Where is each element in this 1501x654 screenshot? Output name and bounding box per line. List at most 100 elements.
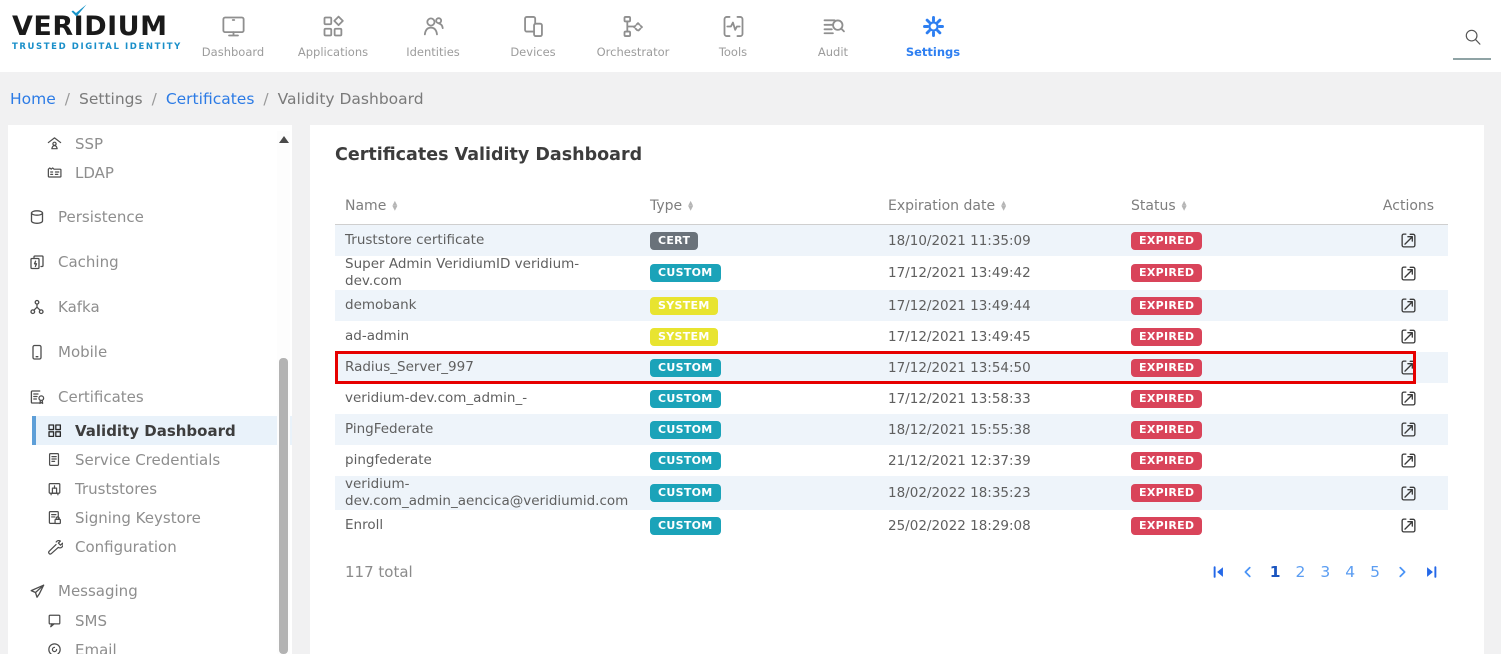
nav-item-devices[interactable]: Devices xyxy=(483,0,583,72)
sidebar-item-ldap[interactable]: LDAP xyxy=(8,158,292,187)
caching-icon xyxy=(28,253,46,271)
nav-item-dashboard[interactable]: Dashboard xyxy=(183,0,283,72)
column-header-type[interactable]: Type▲▼ xyxy=(650,198,888,214)
breadcrumb: Home/Settings/Certificates/Validity Dash… xyxy=(0,72,1501,125)
sidebar-scrollbar[interactable] xyxy=(277,131,290,654)
page-last-button[interactable] xyxy=(1424,565,1438,579)
sidebar-item-label: Messaging xyxy=(58,582,138,600)
open-certificate-action[interactable] xyxy=(1399,451,1418,470)
sidebar-item-validity-dashboard[interactable]: Validity Dashboard xyxy=(32,416,292,445)
nav-item-settings[interactable]: Settings xyxy=(883,0,983,72)
sidebar-item-mobile[interactable]: Mobile xyxy=(8,337,292,367)
type-badge: CUSTOM xyxy=(650,484,721,502)
certificate-type-cell: CUSTOM xyxy=(650,264,888,282)
sidebar-item-sms[interactable]: SMS xyxy=(8,606,292,635)
certificate-type-cell: SYSTEM xyxy=(650,297,888,315)
table-header-row: Name▲▼Type▲▼Expiration date▲▼Status▲▼Act… xyxy=(335,187,1448,225)
page-first-button[interactable] xyxy=(1212,565,1226,579)
table-row: Radius_Server_997CUSTOM17/12/2021 13:54:… xyxy=(335,352,1448,383)
main-panel: Certificates Validity Dashboard Name▲▼Ty… xyxy=(310,125,1484,654)
status-badge: EXPIRED xyxy=(1131,452,1202,470)
email-icon xyxy=(46,641,63,654)
kafka-icon xyxy=(28,298,46,316)
page-number-5[interactable]: 5 xyxy=(1370,563,1380,581)
table-footer: 117 total 12345 xyxy=(335,563,1448,581)
breadcrumb-separator: / xyxy=(263,90,268,108)
content-area: SSP LDAP Persistence Caching Kafka Mobile Cert… xyxy=(0,125,1501,654)
sidebar-item-caching[interactable]: Caching xyxy=(8,247,292,277)
sidebar-item-persistence[interactable]: Persistence xyxy=(8,202,292,232)
page-prev-button[interactable] xyxy=(1241,565,1255,579)
open-certificate-action[interactable] xyxy=(1399,231,1418,250)
nav-item-applications[interactable]: Applications xyxy=(283,0,383,72)
type-badge: CUSTOM xyxy=(650,452,721,470)
open-certificate-action[interactable] xyxy=(1399,516,1418,535)
column-header-name[interactable]: Name▲▼ xyxy=(345,198,650,214)
nav-item-tools[interactable]: Tools xyxy=(683,0,783,72)
search-underline xyxy=(1453,58,1491,60)
certificate-name: ad-admin xyxy=(345,328,650,345)
sidebar-item-certificates[interactable]: Certificates xyxy=(8,382,292,412)
nav-item-audit[interactable]: Audit xyxy=(783,0,883,72)
total-count: 117 total xyxy=(345,563,413,581)
app-header: VERIDIUM TRUSTED DIGITAL IDENTITY Dashbo… xyxy=(0,0,1501,72)
sidebar-item-messaging[interactable]: Messaging xyxy=(8,576,292,606)
page-title: Certificates Validity Dashboard xyxy=(335,145,1448,165)
scrollbar-thumb[interactable] xyxy=(279,358,288,654)
breadcrumb-home[interactable]: Home xyxy=(10,90,56,108)
column-label: Expiration date xyxy=(888,198,995,214)
actions-cell xyxy=(1379,231,1438,250)
page-number-4[interactable]: 4 xyxy=(1345,563,1355,581)
status-cell: EXPIRED xyxy=(1131,297,1379,315)
status-cell: EXPIRED xyxy=(1131,264,1379,282)
certificate-type-cell: CUSTOM xyxy=(650,421,888,439)
breadcrumb-validity-dashboard: Validity Dashboard xyxy=(278,90,424,108)
brand-tagline: TRUSTED DIGITAL IDENTITY xyxy=(12,42,182,52)
page-number-1[interactable]: 1 xyxy=(1270,563,1281,581)
sidebar-item-email[interactable]: Email xyxy=(8,635,292,654)
sidebar-item-truststores[interactable]: Truststores xyxy=(8,474,292,503)
open-certificate-action[interactable] xyxy=(1399,484,1418,503)
status-cell: EXPIRED xyxy=(1131,452,1379,470)
open-certificate-action[interactable] xyxy=(1399,389,1418,408)
actions-cell xyxy=(1379,451,1438,470)
status-badge: EXPIRED xyxy=(1131,484,1202,502)
sms-icon xyxy=(46,612,63,629)
column-header-actions: Actions xyxy=(1379,198,1438,214)
nav-label: Devices xyxy=(510,45,555,59)
column-header-status[interactable]: Status▲▼ xyxy=(1131,198,1379,214)
monitor-icon xyxy=(220,13,247,40)
search-button[interactable] xyxy=(1453,26,1493,60)
actions-cell xyxy=(1379,420,1438,439)
open-certificate-action[interactable] xyxy=(1399,264,1418,283)
open-in-new-icon xyxy=(1399,327,1418,346)
page-next-button[interactable] xyxy=(1395,565,1409,579)
expiration-date: 18/02/2022 18:35:23 xyxy=(888,485,1131,501)
scrollbar-up-arrow[interactable] xyxy=(279,136,289,143)
sidebar-item-kafka[interactable]: Kafka xyxy=(8,292,292,322)
status-badge: EXPIRED xyxy=(1131,232,1202,250)
open-certificate-action[interactable] xyxy=(1399,327,1418,346)
page-number-2[interactable]: 2 xyxy=(1296,563,1306,581)
page-last-icon xyxy=(1424,565,1438,579)
open-certificate-action[interactable] xyxy=(1399,296,1418,315)
nav-label: Audit xyxy=(818,45,848,59)
column-header-expiration-date[interactable]: Expiration date▲▼ xyxy=(888,198,1131,214)
page-number-3[interactable]: 3 xyxy=(1320,563,1330,581)
breadcrumb-certificates[interactable]: Certificates xyxy=(166,90,255,108)
sidebar-item-label: Service Credentials xyxy=(75,451,220,469)
nav-item-identities[interactable]: Identities xyxy=(383,0,483,72)
pagination: 12345 xyxy=(1212,563,1438,581)
open-certificate-action[interactable] xyxy=(1399,358,1418,377)
open-in-new-icon xyxy=(1399,420,1418,439)
sidebar-item-signing-keystore[interactable]: Signing Keystore xyxy=(8,503,292,532)
sidebar-item-label: Email xyxy=(75,641,117,654)
nav-item-orchestrator[interactable]: Orchestrator xyxy=(583,0,683,72)
sidebar-item-ssp[interactable]: SSP xyxy=(8,129,292,158)
open-certificate-action[interactable] xyxy=(1399,420,1418,439)
veridium-logo[interactable]: VERIDIUM TRUSTED DIGITAL IDENTITY xyxy=(12,13,182,52)
sidebar-item-label: LDAP xyxy=(75,164,114,182)
sidebar-item-service-credentials[interactable]: Service Credentials xyxy=(8,445,292,474)
table-row: EnrollCUSTOM25/02/2022 18:29:08EXPIRED xyxy=(335,510,1448,541)
sidebar-item-configuration[interactable]: Configuration xyxy=(8,532,292,561)
